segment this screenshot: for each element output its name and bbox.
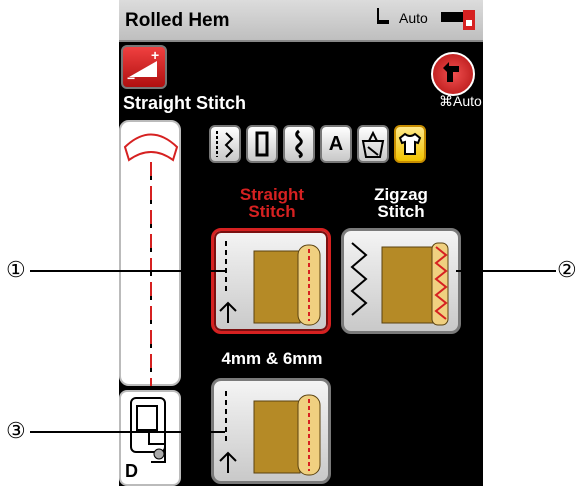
garment-icon [398,132,422,155]
presser-foot-auto-indicator: Auto [373,6,431,30]
zigzag-stitch-label: Zigzag Stitch [374,185,428,221]
presser-foot-indicator: D [119,390,181,486]
buttonhole-icon [255,131,269,157]
category-letters[interactable]: A [320,125,352,163]
zigzag-stitch-icon [350,242,449,326]
stitch-preview-graphic [123,133,179,386]
straight-stitch-icon [219,391,321,476]
svg-text:+: + [151,47,159,63]
callout-2: ② [557,257,577,282]
thread-tension-auto: ⌘Auto [439,93,482,109]
decorative-stitches-icon [295,129,303,159]
category-quilting[interactable] [357,125,389,163]
callout-2-line [456,270,556,272]
presser-foot-icon [377,8,389,24]
stitch-adjust-button[interactable]: + − [121,45,167,89]
straight-stitch-label: Straight Stitch [239,185,305,221]
category-decorative[interactable] [283,125,315,163]
callout-3-line [30,431,225,433]
reset-button[interactable] [431,52,475,96]
callout-3: ③ [6,418,26,443]
machine-screen: Rolled Hem Auto + − Straight Stitch ⌘Aut… [119,0,483,486]
letters-icon: A [328,132,344,155]
callout-1-line [30,270,225,272]
rolled-hem-size-label: 4mm & 6mm [221,349,323,368]
stitch-mode-label: Straight Stitch [123,93,247,113]
bobbin-status-icon [441,10,475,30]
stitch-preview [119,120,181,386]
page-title: Rolled Hem [125,10,230,31]
category-buttonhole[interactable] [246,125,278,163]
zigzag-stitch-button[interactable] [341,228,461,334]
svg-text:−: − [127,70,135,86]
thread-tension-icon: ⌘ [439,93,453,109]
callout-1: ① [6,257,26,282]
auto-label: Auto [399,10,428,26]
4mm-6mm-stitch-button[interactable] [211,378,331,484]
title-bar: Rolled Hem Auto [119,0,483,42]
quilting-icon [361,130,385,158]
utility-stitches-icon [216,131,234,158]
presser-foot-letter: D [125,461,138,481]
straight-stitch-button[interactable] [211,228,331,334]
category-garment[interactable] [394,125,426,163]
stitch-length-icon: + − [127,47,159,86]
straight-stitch-icon [219,241,321,326]
category-utility-stitches[interactable] [209,125,241,163]
undo-icon [443,62,459,82]
